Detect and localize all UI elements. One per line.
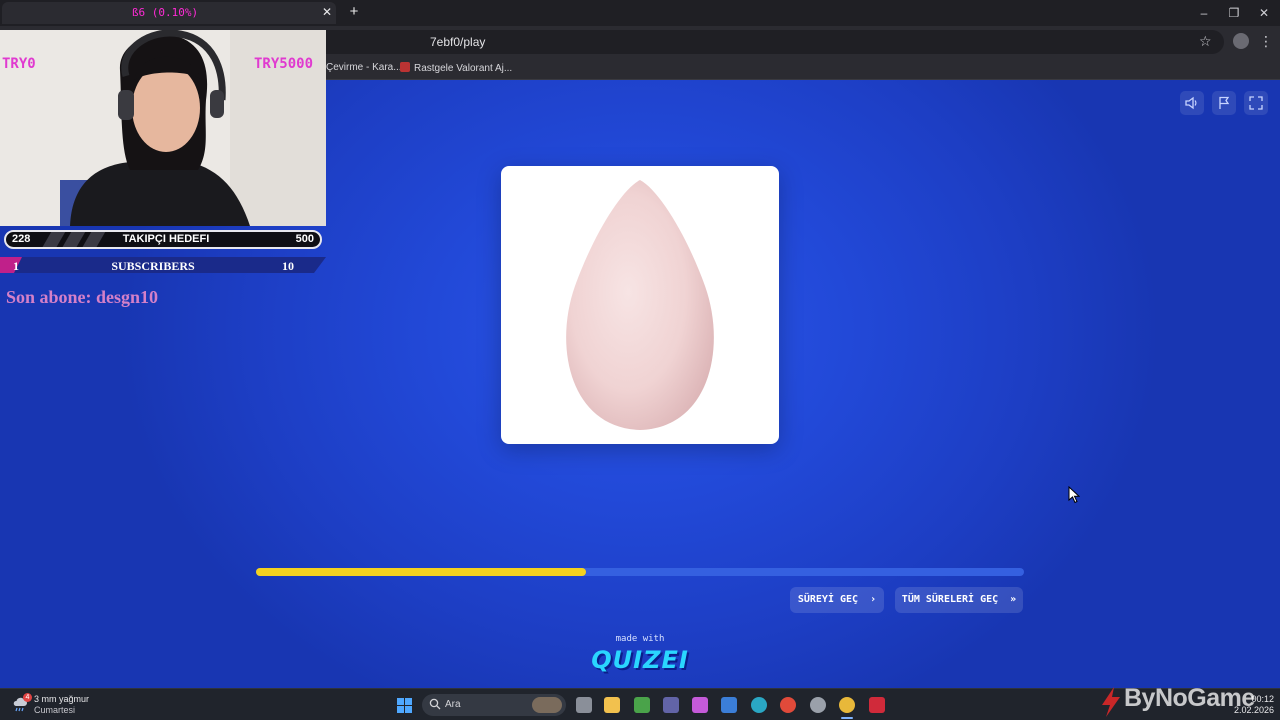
tab-title: ß6 (0.10%) bbox=[131, 6, 199, 19]
subscriber-target: 10 bbox=[282, 259, 294, 273]
chrome-icon[interactable] bbox=[780, 697, 796, 713]
quizei-logo[interactable]: QUIZEI bbox=[560, 646, 720, 674]
watermark-text: ByNoGame bbox=[1124, 684, 1255, 712]
tab-close-icon[interactable]: ✕ bbox=[320, 5, 334, 19]
skip-timer-label: SÜREYİ GEÇ bbox=[797, 594, 859, 605]
skip-timer-button[interactable]: SÜREYİ GEÇ › bbox=[790, 587, 884, 613]
teams-icon[interactable] bbox=[663, 697, 679, 713]
mouse-cursor-icon bbox=[1068, 486, 1080, 504]
watermark: ByNoGame bbox=[1100, 684, 1280, 720]
timer-progress-fill bbox=[256, 568, 587, 576]
nvidia-icon[interactable] bbox=[634, 697, 650, 713]
speaker-icon bbox=[1185, 96, 1197, 110]
bookmark-star-icon[interactable]: ☆ bbox=[1199, 33, 1215, 49]
makeup-sponge-image bbox=[566, 180, 714, 430]
bookmark-item[interactable]: Çevirme - Kara... bbox=[326, 62, 402, 73]
new-tab-button[interactable]: + bbox=[346, 4, 362, 20]
bynogame-logo-icon bbox=[1102, 687, 1120, 717]
edge-icon[interactable] bbox=[751, 697, 767, 713]
follower-count: 228 bbox=[12, 233, 31, 245]
double-chevron-right-icon: » bbox=[1004, 594, 1017, 605]
follower-target: 500 bbox=[295, 233, 314, 245]
subscriber-count: 1 bbox=[13, 259, 19, 273]
last-subscriber-text: Son abone: desgn10 bbox=[6, 287, 159, 307]
follower-goal-widget: 228 TAKIPÇI HEDEFI 500 bbox=[4, 230, 322, 249]
taskbar-search[interactable]: Ara bbox=[422, 694, 566, 716]
browser-tab-bar: ß6 (0.10%) ✕ + – ❐ ✕ bbox=[0, 0, 1280, 26]
browser-tab[interactable]: ß6 (0.10%) ✕ bbox=[2, 2, 336, 24]
profile-avatar-icon[interactable] bbox=[1233, 33, 1249, 49]
search-highlight-image bbox=[532, 697, 562, 713]
question-image-card bbox=[501, 166, 779, 444]
close-window-icon[interactable]: ✕ bbox=[1254, 5, 1274, 21]
flag-icon bbox=[1219, 96, 1230, 109]
screen: ß6 (0.10%) ✕ + – ❐ ✕ 7ebf0/play ☆ ⋮ Çevi… bbox=[0, 0, 1280, 720]
windows-taskbar: 4 3 mm yağmur Cumartesi Ara 00:12 2.02.2… bbox=[0, 688, 1280, 720]
follower-goal-title: TAKIPÇI HEDEFI bbox=[122, 233, 210, 245]
search-placeholder: Ara bbox=[445, 699, 461, 710]
fullscreen-icon bbox=[1249, 96, 1263, 110]
skip-all-timers-button[interactable]: TÜM SÜRELERİ GEÇ » bbox=[895, 587, 1023, 613]
chevron-right-icon: › bbox=[864, 594, 877, 605]
made-with-text: made with bbox=[615, 634, 665, 644]
obs-icon[interactable] bbox=[810, 697, 826, 713]
cam-label-left: TRY0 bbox=[2, 56, 36, 72]
weather-text: 3 mm yağmur bbox=[34, 694, 90, 704]
bookmark-label: Rastgele Valorant Aj... bbox=[414, 63, 513, 74]
report-button[interactable] bbox=[1212, 91, 1236, 115]
store-icon[interactable] bbox=[721, 697, 737, 713]
weather-badge: 4 bbox=[23, 693, 32, 702]
subscriber-goal-title: SUBSCRIBERS bbox=[111, 259, 195, 273]
subscriber-goal-widget: 1 SUBSCRIBERS 10 bbox=[0, 257, 326, 273]
webcam-overlay: TRY0 TRY5000 bbox=[0, 30, 326, 226]
browser-menu-icon[interactable]: ⋮ bbox=[1259, 32, 1273, 50]
timer-progress-bar bbox=[256, 568, 1024, 576]
task-view-icon[interactable] bbox=[576, 697, 592, 713]
bookmark-item[interactable]: Rastgele Valorant Aj... bbox=[400, 62, 512, 74]
sound-button[interactable] bbox=[1180, 91, 1204, 115]
red-app-icon[interactable] bbox=[869, 697, 885, 713]
file-explorer-icon[interactable] bbox=[604, 697, 620, 713]
restore-icon[interactable]: ❐ bbox=[1224, 5, 1244, 21]
cam-label-right: TRY5000 bbox=[254, 56, 314, 72]
copilot-icon[interactable] bbox=[692, 697, 708, 713]
minimize-icon[interactable]: – bbox=[1194, 5, 1214, 21]
valorant-icon bbox=[400, 62, 410, 72]
skip-all-label: TÜM SÜRELERİ GEÇ bbox=[901, 594, 999, 605]
chrome-active-icon[interactable] bbox=[839, 697, 855, 713]
url-text: 7ebf0/play bbox=[430, 35, 486, 49]
active-app-indicator bbox=[841, 717, 853, 719]
windows-start-icon[interactable] bbox=[397, 698, 412, 713]
fullscreen-button[interactable] bbox=[1244, 91, 1268, 115]
weather-day: Cumartesi bbox=[34, 705, 76, 715]
search-icon bbox=[429, 698, 441, 710]
